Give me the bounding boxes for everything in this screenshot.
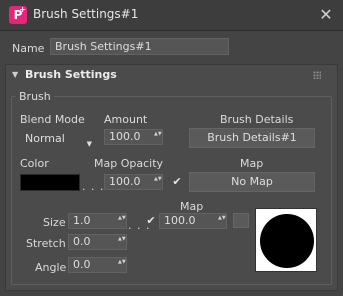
- stretch-spinner[interactable]: 0.0 ▲▼: [68, 234, 127, 250]
- brush-preview: [255, 208, 317, 272]
- brush-group-title: Brush: [16, 90, 54, 103]
- color-map-ellipsis[interactable]: . . .: [82, 180, 104, 193]
- amount-value: 100.0: [109, 130, 141, 143]
- stretch-label: Stretch: [26, 237, 66, 250]
- spinner-arrows-icon[interactable]: ▲▼: [218, 215, 226, 221]
- size-map-spinner[interactable]: 100.0 ▲▼: [159, 213, 227, 229]
- close-icon: ✕: [319, 5, 333, 24]
- size-map-checkbox[interactable]: ✔: [145, 215, 157, 227]
- no-map-button[interactable]: No Map: [189, 172, 315, 192]
- brush-details-label: Brush Details: [220, 113, 294, 126]
- size-label: Size: [43, 216, 66, 229]
- size-map-value: 100.0: [164, 214, 196, 227]
- collapse-arrow-icon[interactable]: ▼: [12, 70, 18, 79]
- app-logo-plus: +: [19, 5, 26, 14]
- panel-title: Brush Settings: [25, 68, 117, 81]
- map-label: Map: [240, 157, 264, 170]
- size-value: 1.0: [73, 214, 91, 227]
- size-map-label: Map: [180, 200, 204, 213]
- map-opacity-label: Map Opacity: [94, 157, 164, 170]
- size-map-button[interactable]: [233, 213, 249, 228]
- angle-value: 0.0: [73, 258, 91, 271]
- spinner-arrows-icon[interactable]: ▲▼: [154, 176, 162, 182]
- amount-spinner[interactable]: 100.0 ▲▼: [104, 129, 163, 145]
- spinner-arrows-icon[interactable]: ▲▼: [118, 215, 126, 221]
- window-title: Brush Settings#1: [33, 7, 139, 21]
- angle-label: Angle: [35, 261, 67, 274]
- close-button[interactable]: ✕: [316, 5, 336, 25]
- name-field[interactable]: Brush Settings#1: [50, 38, 229, 55]
- color-swatch[interactable]: [20, 174, 80, 191]
- spinner-arrows-icon[interactable]: ▲▼: [154, 131, 162, 137]
- name-label: Name: [12, 42, 45, 55]
- chevron-down-icon: ▼: [86, 140, 92, 148]
- spinner-arrows-icon[interactable]: ▲▼: [118, 236, 126, 242]
- stretch-value: 0.0: [73, 235, 91, 248]
- map-opacity-value: 100.0: [109, 175, 141, 188]
- brush-preview-dot: [260, 214, 314, 268]
- size-spinner[interactable]: 1.0 ▲▼: [68, 213, 127, 229]
- brush-details-button[interactable]: Brush Details#1: [189, 128, 315, 148]
- blend-mode-label: Blend Mode: [20, 113, 85, 126]
- blend-mode-value: Normal: [25, 132, 65, 145]
- color-label: Color: [20, 157, 49, 170]
- app-logo-icon: P +: [9, 6, 27, 24]
- amount-label: Amount: [104, 113, 148, 126]
- blend-mode-dropdown[interactable]: Normal ▼: [20, 131, 98, 149]
- map-opacity-spinner[interactable]: 100.0 ▲▼: [104, 174, 163, 190]
- spinner-arrows-icon[interactable]: ▲▼: [118, 259, 126, 265]
- drag-grip-icon[interactable]: [313, 71, 321, 79]
- map-opacity-checkbox[interactable]: ✔: [171, 176, 183, 188]
- angle-spinner[interactable]: 0.0 ▲▼: [68, 257, 127, 273]
